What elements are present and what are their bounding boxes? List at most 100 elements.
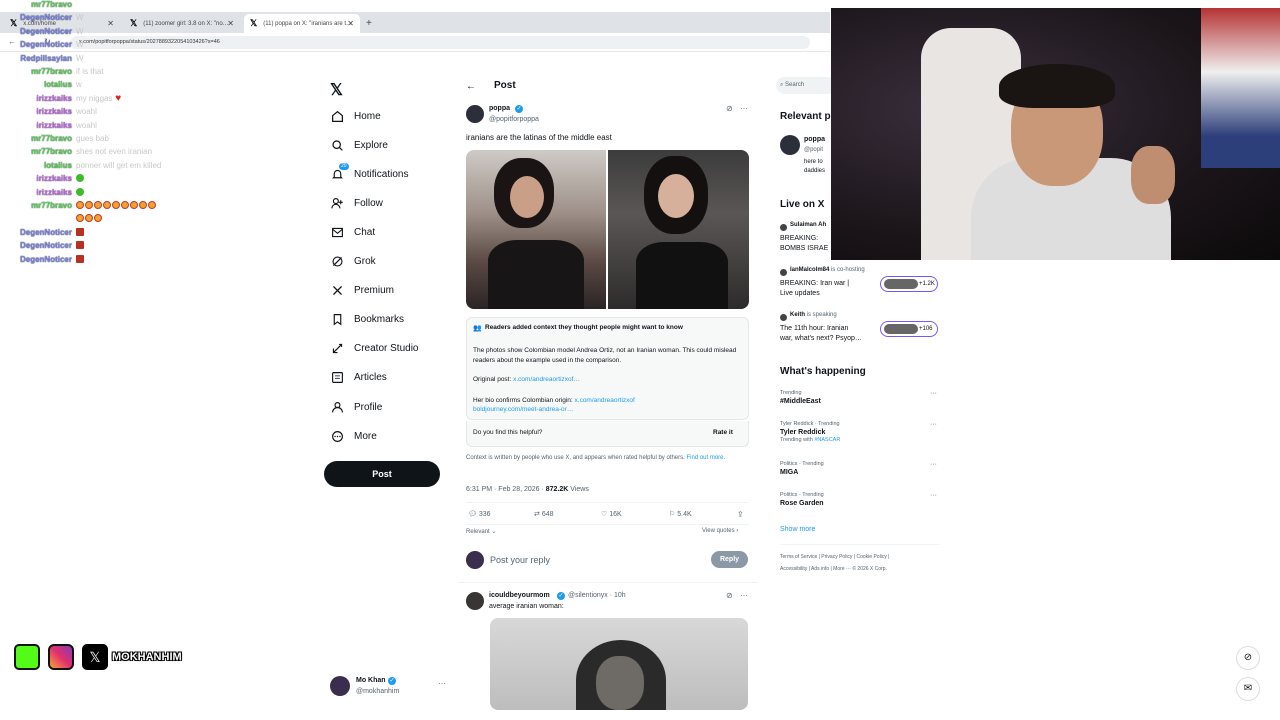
- new-tab-button[interactable]: +: [362, 14, 378, 33]
- views-count: 872.2K: [545, 486, 569, 493]
- nav-item-home[interactable]: Home: [322, 106, 381, 126]
- chat-username[interactable]: DegenNoticer: [0, 38, 72, 51]
- post-button[interactable]: Post: [324, 461, 440, 487]
- reply-image[interactable]: [490, 618, 748, 710]
- note-link[interactable]: boldjourney.com/meet-andrea-or…: [473, 406, 573, 413]
- chat-message: DegenNoticer: [0, 239, 330, 252]
- grok-icon[interactable]: ⊘: [726, 591, 733, 600]
- trend-name: Tyler Reddick: [780, 429, 826, 436]
- nav-item-articles[interactable]: Articles: [322, 368, 387, 388]
- chat-username[interactable]: mr77bravo: [0, 65, 72, 78]
- bookmark-action[interactable]: ⚐ 5.4K: [669, 510, 692, 518]
- more-icon[interactable]: ···: [438, 679, 446, 688]
- search-input[interactable]: ⌕ Search: [776, 77, 836, 94]
- nav-item-notifications[interactable]: 20 Notifications: [322, 163, 408, 184]
- find-out-more-link[interactable]: Find out more.: [686, 455, 725, 461]
- notification-badge: 20: [339, 163, 349, 171]
- chat-username[interactable]: DegenNoticer: [0, 239, 72, 252]
- show-more-link[interactable]: Show more: [780, 526, 815, 533]
- nav-item-follow[interactable]: Follow: [322, 193, 383, 213]
- nav-item-premium[interactable]: Premium: [322, 281, 394, 301]
- nav-item-explore[interactable]: Explore: [322, 135, 388, 155]
- reply-input[interactable]: Post your reply: [490, 555, 550, 565]
- close-icon[interactable]: ✕: [347, 19, 354, 28]
- chat-username[interactable]: DegenNoticer: [0, 25, 72, 38]
- chat-username[interactable]: Redpillsaylan: [0, 52, 72, 65]
- whats-happening-title: What's happening: [780, 366, 866, 377]
- chat-username[interactable]: irizzkaiks: [0, 105, 72, 118]
- chat-username[interactable]: DegenNoticer: [0, 226, 72, 239]
- trend-item[interactable]: Tyler Reddick · Trending Tyler Reddick Tre…: [780, 421, 940, 443]
- emote-icon: [139, 201, 147, 209]
- chat-username[interactable]: irizzkaiks: [0, 172, 72, 185]
- footer-links[interactable]: Accessibility | Ads info | More ··· © 20…: [780, 566, 887, 572]
- nav-item-more[interactable]: More: [322, 426, 377, 446]
- repost-action[interactable]: ⇄ 648: [534, 510, 554, 518]
- avatar[interactable]: [466, 592, 484, 610]
- verified-icon: ✓: [388, 677, 396, 685]
- trend-name: #MiddleEast: [780, 398, 821, 405]
- trend-hashtag-link[interactable]: #NASCAR: [814, 437, 840, 443]
- chat-username[interactable]: irizzkaiks: [0, 119, 72, 132]
- post-image[interactable]: [608, 150, 749, 309]
- reply-sort-dropdown[interactable]: Relevant ⌄: [466, 528, 496, 535]
- grok-icon[interactable]: ⊘: [1236, 646, 1260, 670]
- chat-username[interactable]: DegenNoticer: [0, 253, 72, 266]
- chat-username[interactable]: mr77bravo: [0, 132, 72, 145]
- reply-button[interactable]: Reply: [711, 551, 748, 568]
- heart-emote-icon: ♥: [112, 92, 122, 104]
- chat-message: DegenNoticer W: [0, 38, 330, 51]
- chat-username[interactable]: lotalius: [0, 159, 72, 172]
- chat-username[interactable]: lotalius: [0, 78, 72, 91]
- x-logo-icon[interactable]: 𝕏: [330, 80, 343, 100]
- nav-item-bookmarks[interactable]: Bookmarks: [322, 310, 404, 330]
- nav-item-profile[interactable]: Profile: [322, 397, 382, 417]
- relevant-name[interactable]: poppa: [804, 136, 825, 143]
- rate-it-button[interactable]: Rate it: [713, 429, 733, 436]
- more-icon[interactable]: ···: [930, 461, 937, 468]
- nav-item-chat[interactable]: Chat: [322, 222, 375, 242]
- trend-item[interactable]: Trending #MiddleEast ···: [780, 390, 940, 405]
- nav-item-label: Premium: [354, 285, 395, 297]
- messages-icon[interactable]: ✉: [1236, 677, 1260, 701]
- author-handle[interactable]: @popitforpoppa: [489, 116, 539, 123]
- view-quotes-link[interactable]: View quotes ›: [702, 528, 738, 534]
- chat-text: gues bab: [76, 134, 109, 143]
- more-icon[interactable]: ···: [930, 421, 937, 428]
- chat-username[interactable]: irizzkaiks: [0, 92, 72, 105]
- live-host: Sulaiman Ah: [790, 222, 827, 228]
- nav-item-creator-studio[interactable]: Creator Studio: [322, 339, 418, 359]
- like-action[interactable]: ♡ 16K: [601, 510, 622, 518]
- footer-links[interactable]: Terms of Service | Privacy Policy | Cook…: [780, 554, 889, 560]
- emote-icon: [94, 214, 102, 223]
- reply-author-name[interactable]: icouldbeyourmom: [489, 592, 550, 599]
- live-space[interactable]: IanMalcolm84 is co-hosting BREAKING: Iran…: [780, 267, 945, 307]
- avatar[interactable]: [780, 135, 800, 155]
- relevant-bio: here to: [804, 159, 823, 165]
- account-switcher[interactable]: Mo Khan ✓ @mokhanhim ···: [330, 675, 450, 697]
- nav-item-grok[interactable]: Grok: [322, 252, 376, 272]
- reply-action[interactable]: 💬︎ 336: [468, 510, 491, 518]
- more-icon[interactable]: ···: [740, 104, 748, 113]
- emote-icon: [76, 227, 84, 236]
- more-icon[interactable]: ···: [930, 390, 937, 397]
- note-link[interactable]: x.com/andreaortizxof: [575, 397, 635, 404]
- live-space[interactable]: Keith is speaking The 11th hour: Iranian w…: [780, 312, 945, 352]
- note-link[interactable]: x.com/andreaortizxof…: [513, 376, 580, 383]
- grok-icon[interactable]: ⊘: [726, 104, 733, 113]
- share-icon[interactable]: ⇪: [737, 510, 744, 519]
- more-icon[interactable]: ···: [930, 492, 937, 499]
- author-name[interactable]: poppa: [489, 105, 510, 112]
- chat-username[interactable]: irizzkaiks: [0, 186, 72, 199]
- chat-username[interactable]: mr77bravo: [0, 145, 72, 158]
- avatar[interactable]: [466, 105, 484, 123]
- back-arrow-icon[interactable]: ←: [466, 81, 476, 92]
- chat-username[interactable]: mr77bravo: [0, 0, 72, 11]
- live-title: BOMBS ISRAE: [780, 245, 829, 252]
- chat-username[interactable]: DegenNoticer: [0, 11, 72, 24]
- chat-username[interactable]: mr77bravo: [0, 199, 72, 212]
- post-image[interactable]: [466, 150, 606, 309]
- more-icon[interactable]: ···: [740, 591, 748, 600]
- trend-item[interactable]: Politics · Trending MIGA ···: [780, 461, 940, 476]
- trend-item[interactable]: Politics · Trending Rose Garden ···: [780, 492, 940, 507]
